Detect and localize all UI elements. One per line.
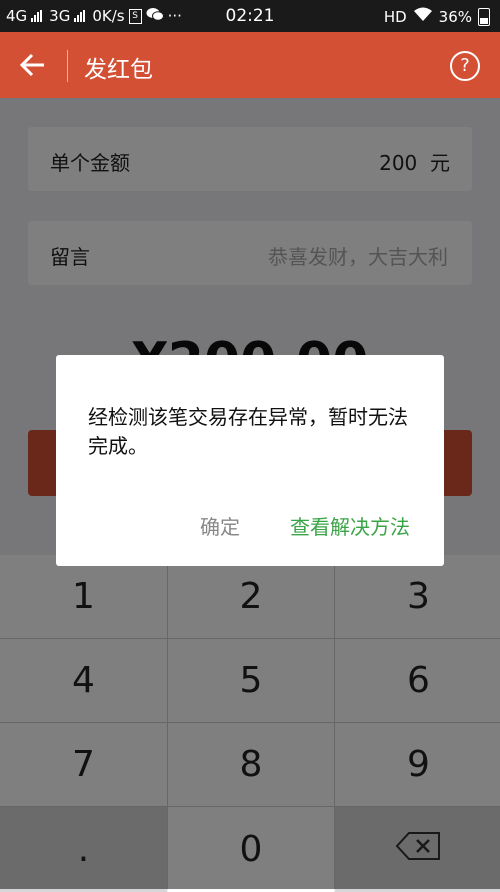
battery-icon — [478, 7, 490, 26]
battery-percent: 36% — [438, 7, 472, 26]
dialog-message: 经检测该笔交易存在异常，暂时无法完成。 — [88, 405, 408, 458]
title-divider — [67, 50, 68, 82]
title-bar: 发红包 ? — [0, 32, 500, 98]
hd-label: HD — [383, 7, 407, 26]
error-dialog: 经检测该笔交易存在异常，暂时无法完成。 确定 查看解决方法 — [56, 355, 444, 566]
help-icon[interactable]: ? — [450, 51, 480, 81]
wifi-icon — [413, 7, 433, 26]
page-title: 发红包 — [84, 57, 153, 83]
status-right: HD 36% — [384, 7, 490, 26]
confirm-button[interactable]: 确定 — [200, 511, 240, 540]
view-solution-button[interactable]: 查看解决方法 — [290, 511, 410, 540]
back-arrow-icon[interactable] — [18, 48, 48, 82]
status-bar: 4G 3G 0K/s S ··· 02:21 HD 36% — [0, 0, 500, 32]
